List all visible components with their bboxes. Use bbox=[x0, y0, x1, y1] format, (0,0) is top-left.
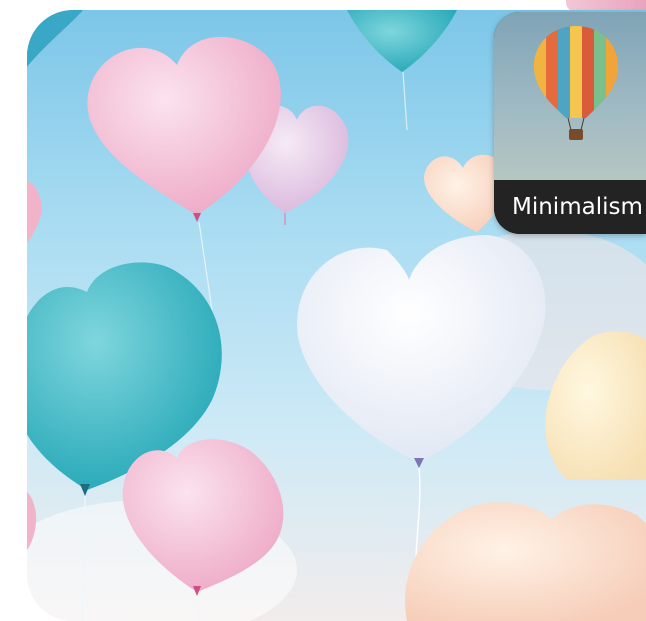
style-label: Minimalism bbox=[494, 180, 646, 234]
hot-air-balloon-icon bbox=[533, 26, 619, 140]
style-card-minimalism[interactable]: Minimalism bbox=[494, 12, 646, 234]
style-thumbnail bbox=[494, 12, 646, 180]
